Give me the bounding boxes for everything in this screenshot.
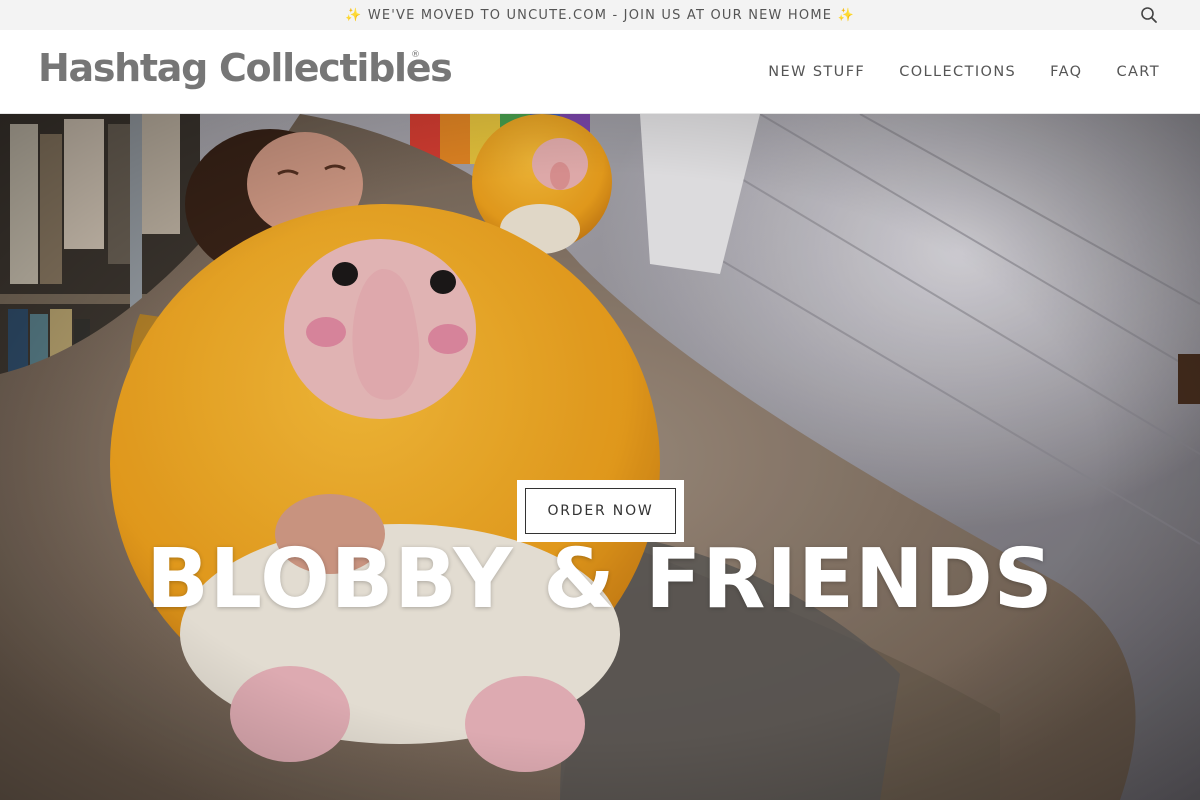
site-logo[interactable]: Hashtag Collectibles (38, 46, 453, 90)
order-now-label: ORDER NOW (525, 488, 676, 534)
search-icon (1141, 7, 1157, 23)
nav-collections[interactable]: COLLECTIONS (899, 64, 1016, 80)
site-header: Hashtag Collectibles ® NEW STUFF COLLECT… (0, 30, 1200, 114)
hero-banner: ORDER NOW BLOBBY & FRIENDS (0, 114, 1200, 800)
announcement-bar: ✨ WE'VE MOVED TO UNCUTE.COM - JOIN US AT… (0, 0, 1200, 30)
announcement-text: ✨ WE'VE MOVED TO UNCUTE.COM - JOIN US AT… (345, 7, 855, 23)
logo-registered-mark: ® (411, 50, 420, 60)
nav-cart[interactable]: CART (1116, 64, 1160, 80)
nav-new-stuff[interactable]: NEW STUFF (768, 64, 865, 80)
hero-title: BLOBBY & FRIENDS (146, 532, 1054, 627)
main-nav: NEW STUFF COLLECTIONS FAQ CART (768, 30, 1160, 114)
search-button[interactable] (1140, 6, 1158, 24)
hero-image (0, 114, 1200, 800)
nav-faq[interactable]: FAQ (1050, 64, 1082, 80)
